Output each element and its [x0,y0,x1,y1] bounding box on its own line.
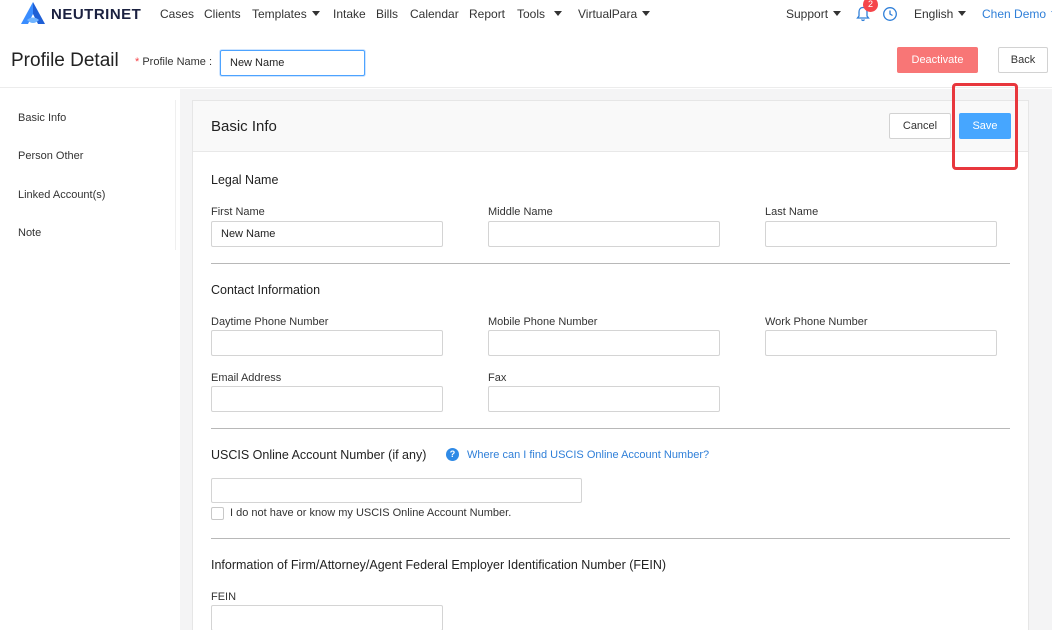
nav-calendar[interactable]: Calendar [410,7,459,21]
neutrinet-logo-icon [21,2,45,24]
mobile-phone-label: Mobile Phone Number [488,316,598,328]
last-name-label: Last Name [765,206,819,218]
nav-virtualpara[interactable]: VirtualPara [578,7,651,21]
uscis-account-input[interactable] [211,478,582,503]
question-icon[interactable]: ? [446,448,459,461]
back-button[interactable]: Back [998,47,1048,73]
nav-bills[interactable]: Bills [376,7,398,21]
profile-name-label-text: Profile Name : [142,56,213,68]
uscis-title: USCIS Online Account Number (if any) [211,448,427,462]
fein-label: FEIN [211,591,237,603]
sidebar-item-note[interactable]: Note [18,227,41,239]
fein-input[interactable] [211,605,443,630]
email-label: Email Address [211,372,282,384]
middle-name-label: Middle Name [488,206,553,218]
sidebar-item-person-other[interactable]: Person Other [18,150,83,162]
user-name: Chen Demo [982,7,1047,21]
first-name-label: First Name [211,206,265,218]
sidebar-divider [175,100,176,250]
work-phone-input[interactable] [765,330,997,356]
fax-input[interactable] [488,386,720,412]
uscis-help-link[interactable]: Where can I find USCIS Online Account Nu… [467,449,709,461]
profile-header: Profile Detail * Profile Name : Deactiva… [0,36,1052,88]
panel-title: Basic Info [211,118,277,135]
basic-info-panel: Basic Info Cancel Save [192,100,1029,630]
nav-virtualpara-label: VirtualPara [578,7,638,21]
user-menu[interactable]: Chen Demo [982,7,1052,21]
caret-down-icon [554,11,563,17]
first-name-input[interactable] [211,221,443,247]
profile-sidebar: Basic Info Person Other Linked Account(s… [0,89,176,630]
fein-title: Information of Firm/Attorney/Agent Feder… [211,558,667,572]
nav-clients[interactable]: Clients [204,7,241,21]
uscis-unknown-label: I do not have or know my USCIS Online Ac… [230,507,512,519]
clock-icon[interactable] [882,6,898,22]
nav-cases[interactable]: Cases [160,7,194,21]
last-name-input[interactable] [765,221,997,247]
work-phone-label: Work Phone Number [765,316,868,328]
language-select[interactable]: English [914,7,967,21]
section-divider [211,428,1010,429]
caret-down-icon [311,11,320,17]
profile-name-label: * Profile Name : [135,56,212,68]
top-navbar: NEUTRINET Cases Clients Templates Intake… [0,0,1052,30]
profile-name-input[interactable] [220,50,365,76]
nav-support[interactable]: Support [786,7,842,21]
caret-down-icon [642,11,651,17]
section-divider [211,538,1010,539]
contact-info-title: Contact Information [211,283,321,297]
sidebar-item-linked-accounts[interactable]: Linked Account(s) [18,189,105,201]
fax-label: Fax [488,372,507,384]
deactivate-button[interactable]: Deactivate [897,47,978,73]
middle-name-input[interactable] [488,221,720,247]
section-divider [211,263,1010,264]
caret-down-icon [833,11,842,17]
notification-badge: 2 [863,0,878,12]
nav-tools[interactable]: Tools [517,7,563,21]
cancel-button[interactable]: Cancel [889,113,951,139]
daytime-phone-label: Daytime Phone Number [211,316,329,328]
nav-report[interactable]: Report [469,7,505,21]
required-mark: * [135,56,140,68]
sidebar-item-basic-info[interactable]: Basic Info [18,112,66,124]
language-label: English [914,7,954,21]
panel-header: Basic Info Cancel Save [193,101,1028,152]
nav-support-label: Support [786,7,829,21]
caret-down-icon [958,11,967,17]
nav-intake[interactable]: Intake [333,7,366,21]
page-title: Profile Detail [11,50,119,71]
daytime-phone-input[interactable] [211,330,443,356]
mobile-phone-input[interactable] [488,330,720,356]
uscis-unknown-checkbox[interactable] [211,507,224,520]
save-highlight-box [952,83,1018,170]
nav-templates-label: Templates [252,7,307,21]
nav-tools-label: Tools [517,7,546,21]
legal-name-title: Legal Name [211,173,279,187]
email-input[interactable] [211,386,443,412]
brand-name: NEUTRINET [51,5,142,23]
brand-logo[interactable]: NEUTRINET [18,1,141,27]
nav-templates[interactable]: Templates [252,7,320,21]
